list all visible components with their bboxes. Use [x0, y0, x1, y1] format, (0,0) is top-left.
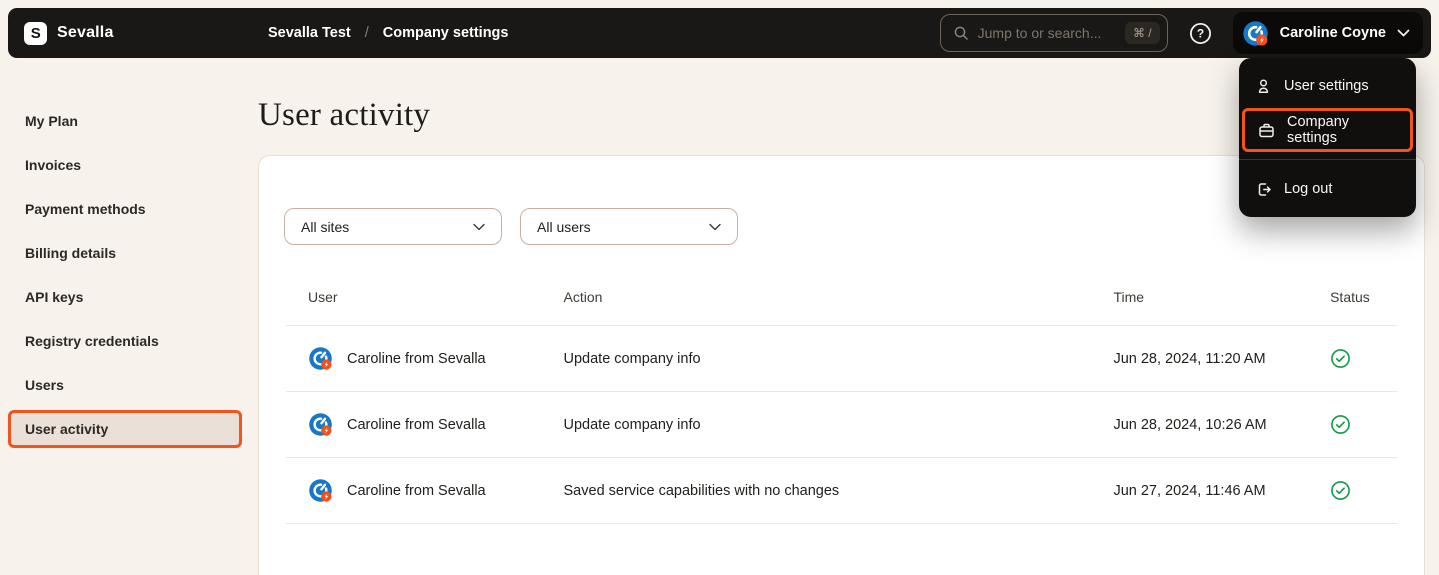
sites-filter-value: All sites — [301, 219, 349, 235]
user-activity-card: All sites All users User Action Time Sta… — [258, 155, 1425, 575]
menu-item-label: Log out — [1284, 181, 1332, 197]
row-action: Saved service capabilities with no chang… — [542, 458, 1092, 524]
column-header-user: User — [286, 245, 542, 326]
sidebar-item-payment-methods[interactable]: Payment methods — [0, 190, 250, 228]
sidebar-item-my-plan[interactable]: My Plan — [0, 102, 250, 140]
search-input[interactable] — [978, 25, 1116, 41]
row-action: Update company info — [542, 326, 1092, 392]
briefcase-icon — [1258, 122, 1275, 139]
users-filter-value: All users — [537, 219, 591, 235]
menu-item-label: User settings — [1284, 78, 1369, 94]
user-menu-button[interactable]: Caroline Coyne — [1233, 12, 1423, 54]
users-filter-select[interactable]: All users — [520, 208, 738, 245]
row-time: Jun 28, 2024, 10:26 AM — [1091, 392, 1308, 458]
page-title: User activity — [258, 97, 430, 134]
avatar — [308, 478, 333, 503]
table-header-row: User Action Time Status — [286, 245, 1397, 326]
menu-item-log-out[interactable]: Log out — [1239, 167, 1416, 211]
avatar — [308, 412, 333, 437]
menu-item-label: Company settings — [1287, 114, 1397, 146]
breadcrumb-company[interactable]: Sevalla Test — [268, 25, 351, 41]
question-mark-icon: ? — [1189, 22, 1212, 45]
global-search[interactable]: ⌘ / — [940, 14, 1168, 52]
table-row: Caroline from Sevalla Update company inf… — [286, 326, 1397, 392]
sidebar-item-registry-credentials[interactable]: Registry credentials — [0, 322, 250, 360]
menu-divider — [1239, 159, 1416, 160]
avatar — [308, 346, 333, 371]
row-user-name: Caroline from Sevalla — [347, 483, 486, 499]
success-check-icon — [1330, 348, 1351, 369]
sevalla-logo-icon: S — [24, 22, 47, 45]
chevron-down-icon — [709, 223, 721, 231]
avatar — [1242, 20, 1269, 47]
sidebar-item-api-keys[interactable]: API keys — [0, 278, 250, 316]
sites-filter-select[interactable]: All sites — [284, 208, 502, 245]
chevron-down-icon — [1397, 29, 1410, 37]
logout-icon — [1255, 181, 1272, 198]
sidebar-item-user-activity[interactable]: User activity — [8, 410, 242, 448]
breadcrumb-page: Company settings — [383, 25, 509, 41]
column-header-time: Time — [1091, 245, 1308, 326]
row-user-name: Caroline from Sevalla — [347, 351, 486, 367]
table-row: Caroline from Sevalla Saved service capa… — [286, 458, 1397, 524]
sidebar-item-invoices[interactable]: Invoices — [0, 146, 250, 184]
search-icon — [953, 25, 969, 41]
search-shortcut-hint: ⌘ / — [1125, 22, 1160, 44]
brand-name: Sevalla — [57, 24, 114, 42]
chevron-down-icon — [473, 223, 485, 231]
row-time: Jun 27, 2024, 11:46 AM — [1091, 458, 1308, 524]
breadcrumb: Sevalla Test / Company settings — [268, 8, 508, 58]
activity-table: User Action Time Status — [286, 245, 1397, 524]
brand[interactable]: S Sevalla — [24, 22, 114, 45]
menu-item-user-settings[interactable]: User settings — [1239, 64, 1416, 108]
success-check-icon — [1330, 414, 1351, 435]
svg-text:?: ? — [1196, 26, 1203, 40]
user-menu: User settings Company settings Log out — [1239, 58, 1416, 217]
row-user-name: Caroline from Sevalla — [347, 417, 486, 433]
user-name: Caroline Coyne — [1280, 25, 1386, 41]
settings-sidebar: My Plan Invoices Payment methods Billing… — [0, 102, 250, 454]
help-button[interactable]: ? — [1189, 22, 1212, 45]
sidebar-item-users[interactable]: Users — [0, 366, 250, 404]
column-header-action: Action — [542, 245, 1092, 326]
sidebar-item-billing-details[interactable]: Billing details — [0, 234, 250, 272]
table-row: Caroline from Sevalla Update company inf… — [286, 392, 1397, 458]
success-check-icon — [1330, 480, 1351, 501]
row-action: Update company info — [542, 392, 1092, 458]
breadcrumb-separator: / — [365, 25, 369, 41]
menu-item-company-settings[interactable]: Company settings — [1242, 108, 1413, 152]
column-header-status: Status — [1308, 245, 1397, 326]
user-icon — [1255, 78, 1272, 95]
topbar: S Sevalla Sevalla Test / Company setting… — [8, 8, 1431, 58]
row-time: Jun 28, 2024, 11:20 AM — [1091, 326, 1308, 392]
